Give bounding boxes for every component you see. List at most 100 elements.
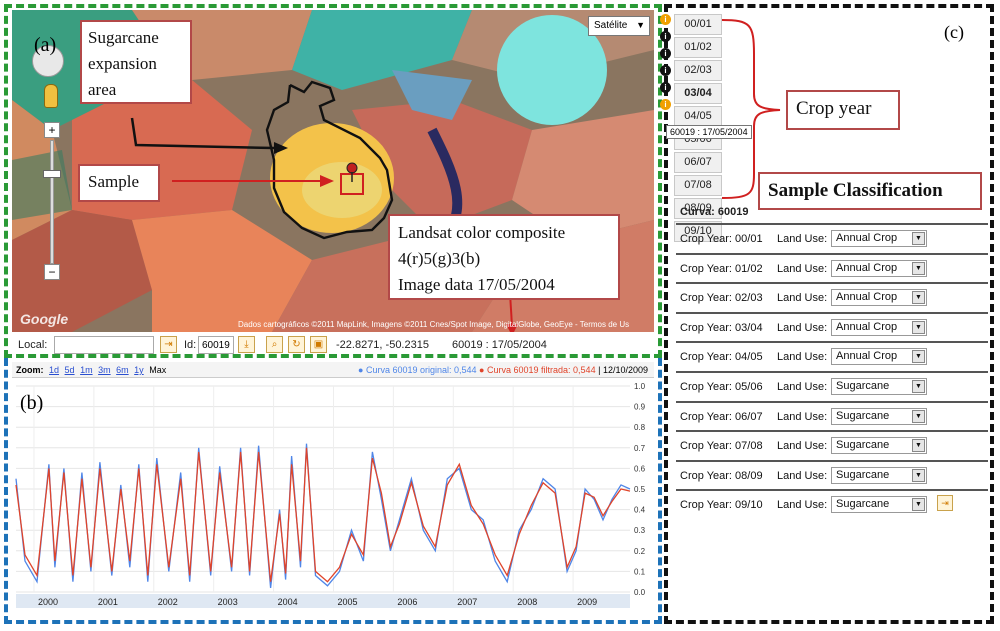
callout-sample-classification: Sample Classification xyxy=(758,172,982,210)
year-tab[interactable]: 00/01 xyxy=(674,14,722,35)
zoom-track[interactable] xyxy=(50,140,54,264)
land-use-select[interactable]: Sugarcane ▼ xyxy=(831,377,927,395)
series-filtered-line xyxy=(15,447,631,583)
x-tick-label: 2000 xyxy=(38,597,58,607)
classification-row: Crop Year: 02/03 Land Use: Annual Crop ▼ xyxy=(676,282,988,312)
x-tick-label: 2003 xyxy=(218,597,238,607)
classification-row: Crop Year: 00/01 Land Use: Annual Crop ▼ xyxy=(676,223,988,253)
id-input[interactable] xyxy=(198,336,234,354)
chevron-down-icon: ▼ xyxy=(912,498,925,512)
year-tab-selected[interactable]: 03/04 xyxy=(674,83,722,104)
go-arrow-icon[interactable]: ⇥ xyxy=(937,495,953,512)
legend-dot-original: ● xyxy=(358,365,364,375)
street-view-pegman-icon[interactable] xyxy=(44,84,58,108)
local-label: Local: xyxy=(18,339,48,351)
land-use-select[interactable]: Sugarcane ▼ xyxy=(831,407,927,425)
landsat-line-1: Landsat color composite xyxy=(398,223,566,242)
y-tick-label: 0.5 xyxy=(634,485,646,494)
chevron-down-icon: ▼ xyxy=(912,232,925,245)
zoom-6m[interactable]: 6m xyxy=(116,365,129,375)
land-use-label: Land Use: xyxy=(777,380,828,393)
legend-filtered: Curva 60019 filtrada: 0,544 xyxy=(487,365,596,375)
year-status-icons: i i i i i i xyxy=(660,14,672,116)
crop-year-text: Crop Year: 07/08 xyxy=(680,440,763,453)
crop-year-text: Crop Year: 09/10 xyxy=(680,499,763,512)
year-tab[interactable]: 04/05 xyxy=(674,106,722,127)
y-tick-label: 0.1 xyxy=(634,567,646,576)
zoom-knob[interactable] xyxy=(43,170,61,178)
zoom-max[interactable]: Max xyxy=(149,365,166,375)
land-use-label: Land Use: xyxy=(777,262,828,275)
land-use-select[interactable]: Annual Crop ▼ xyxy=(831,230,927,247)
crop-year-text: Crop Year: 03/04 xyxy=(680,321,763,334)
classification-row: Crop Year: 07/08 Land Use: Sugarcane ▼ xyxy=(676,430,988,460)
chevron-down-icon: ▼ xyxy=(912,320,925,334)
save-icon[interactable]: ▣ xyxy=(310,336,327,353)
year-tab[interactable]: 06/07 xyxy=(674,152,722,173)
land-use-select[interactable]: Annual Crop ▼ xyxy=(831,348,927,366)
zoom-1m[interactable]: 1m xyxy=(80,365,93,375)
info-icon[interactable]: i xyxy=(660,48,671,59)
legend-date: 12/10/2009 xyxy=(602,365,648,375)
x-tick-label: 2007 xyxy=(457,597,477,607)
map-type-select[interactable]: Satélite ▼ xyxy=(588,16,650,36)
y-tick-label: 0.6 xyxy=(634,464,646,473)
legend-original: Curva 60019 original: 0,544 xyxy=(365,365,477,375)
panel-c-label: (c) xyxy=(944,22,964,42)
y-tick-label: 0.9 xyxy=(634,403,646,412)
y-tick-label: 0.2 xyxy=(634,547,646,556)
map-zoom-slider[interactable]: + − xyxy=(43,122,61,282)
zoom-in-button[interactable]: + xyxy=(44,122,60,138)
chart-plot-area[interactable]: 1.0 0.9 0.8 0.7 0.6 0.5 0.4 0.3 0.2 0.1 0.0 2000 200… xyxy=(12,378,654,614)
crop-year-text: Crop Year: 01/02 xyxy=(680,262,763,275)
zoom-1y[interactable]: 1y xyxy=(134,365,144,375)
land-use-select[interactable]: Sugarcane ▼ xyxy=(831,496,927,514)
year-tab[interactable]: 02/03 xyxy=(674,60,722,81)
x-tick-label: 2008 xyxy=(517,597,537,607)
download-icon[interactable]: ⤓ xyxy=(238,336,255,353)
callout-sugarcane-expansion: Sugarcane expansion area xyxy=(80,20,192,104)
y-tick-label: 0.7 xyxy=(634,444,646,453)
chevron-down-icon: ▼ xyxy=(912,379,925,393)
x-tick-label: 2004 xyxy=(278,597,298,607)
legend-dot-filtered: ● xyxy=(479,365,485,375)
land-use-label: Land Use: xyxy=(777,321,828,334)
land-use-label: Land Use: xyxy=(777,233,828,245)
land-use-label: Land Use: xyxy=(777,469,828,482)
callout-landsat-composite: Landsat color composite 4(r)5(g)3(b) Ima… xyxy=(388,214,620,300)
year-tab[interactable]: 01/02 xyxy=(674,37,722,58)
local-search-input[interactable] xyxy=(54,336,154,354)
land-use-select[interactable]: Annual Crop ▼ xyxy=(831,259,927,277)
info-icon[interactable]: i xyxy=(660,31,671,42)
land-use-select[interactable]: Annual Crop ▼ xyxy=(831,318,927,336)
classification-rows: Crop Year: 00/01 Land Use: Annual Crop ▼ Cr… xyxy=(676,223,988,519)
year-tab[interactable]: 07/08 xyxy=(674,175,722,196)
land-use-select[interactable]: Sugarcane ▼ xyxy=(831,466,927,484)
zoom-5d[interactable]: 5d xyxy=(65,365,75,375)
time-series-chart: Zoom: 1d 5d 1m 3m 6m 1y Max ● Curva 6001… xyxy=(12,362,654,614)
chevron-down-icon: ▼ xyxy=(912,439,925,453)
land-use-select[interactable]: Annual Crop ▼ xyxy=(831,289,927,307)
zoom-3m[interactable]: 3m xyxy=(98,365,111,375)
info-icon[interactable]: i xyxy=(660,82,671,93)
land-use-select[interactable]: Sugarcane ▼ xyxy=(831,437,927,455)
map-type-label: Satélite xyxy=(594,20,628,31)
zoom-label: Zoom: xyxy=(16,365,44,375)
alert-icon[interactable]: i xyxy=(660,14,671,25)
magnify-icon[interactable]: ⌕ xyxy=(266,336,283,353)
refresh-icon[interactable]: ↻ xyxy=(288,336,305,353)
zoom-out-button[interactable]: − xyxy=(44,264,60,280)
go-arrow-icon[interactable]: ⇥ xyxy=(160,336,177,353)
zoom-1d[interactable]: 1d xyxy=(49,365,59,375)
zoom-options: Zoom: 1d 5d 1m 3m 6m 1y Max xyxy=(16,365,166,375)
crop-year-text: Crop Year: 08/09 xyxy=(680,469,763,482)
x-tick-label: 2001 xyxy=(98,597,118,607)
y-tick-label: 0.0 xyxy=(634,588,646,597)
classification-row: Crop Year: 01/02 Land Use: Annual Crop ▼ xyxy=(676,252,988,283)
alert-icon[interactable]: i xyxy=(660,99,671,110)
crop-year-text: Crop Year: 06/07 xyxy=(680,410,763,423)
chevron-down-icon: ▼ xyxy=(636,20,645,30)
info-icon[interactable]: i xyxy=(660,65,671,76)
crop-year-text: Crop Year: 05/06 xyxy=(680,380,763,393)
land-use-label: Land Use: xyxy=(777,440,828,453)
